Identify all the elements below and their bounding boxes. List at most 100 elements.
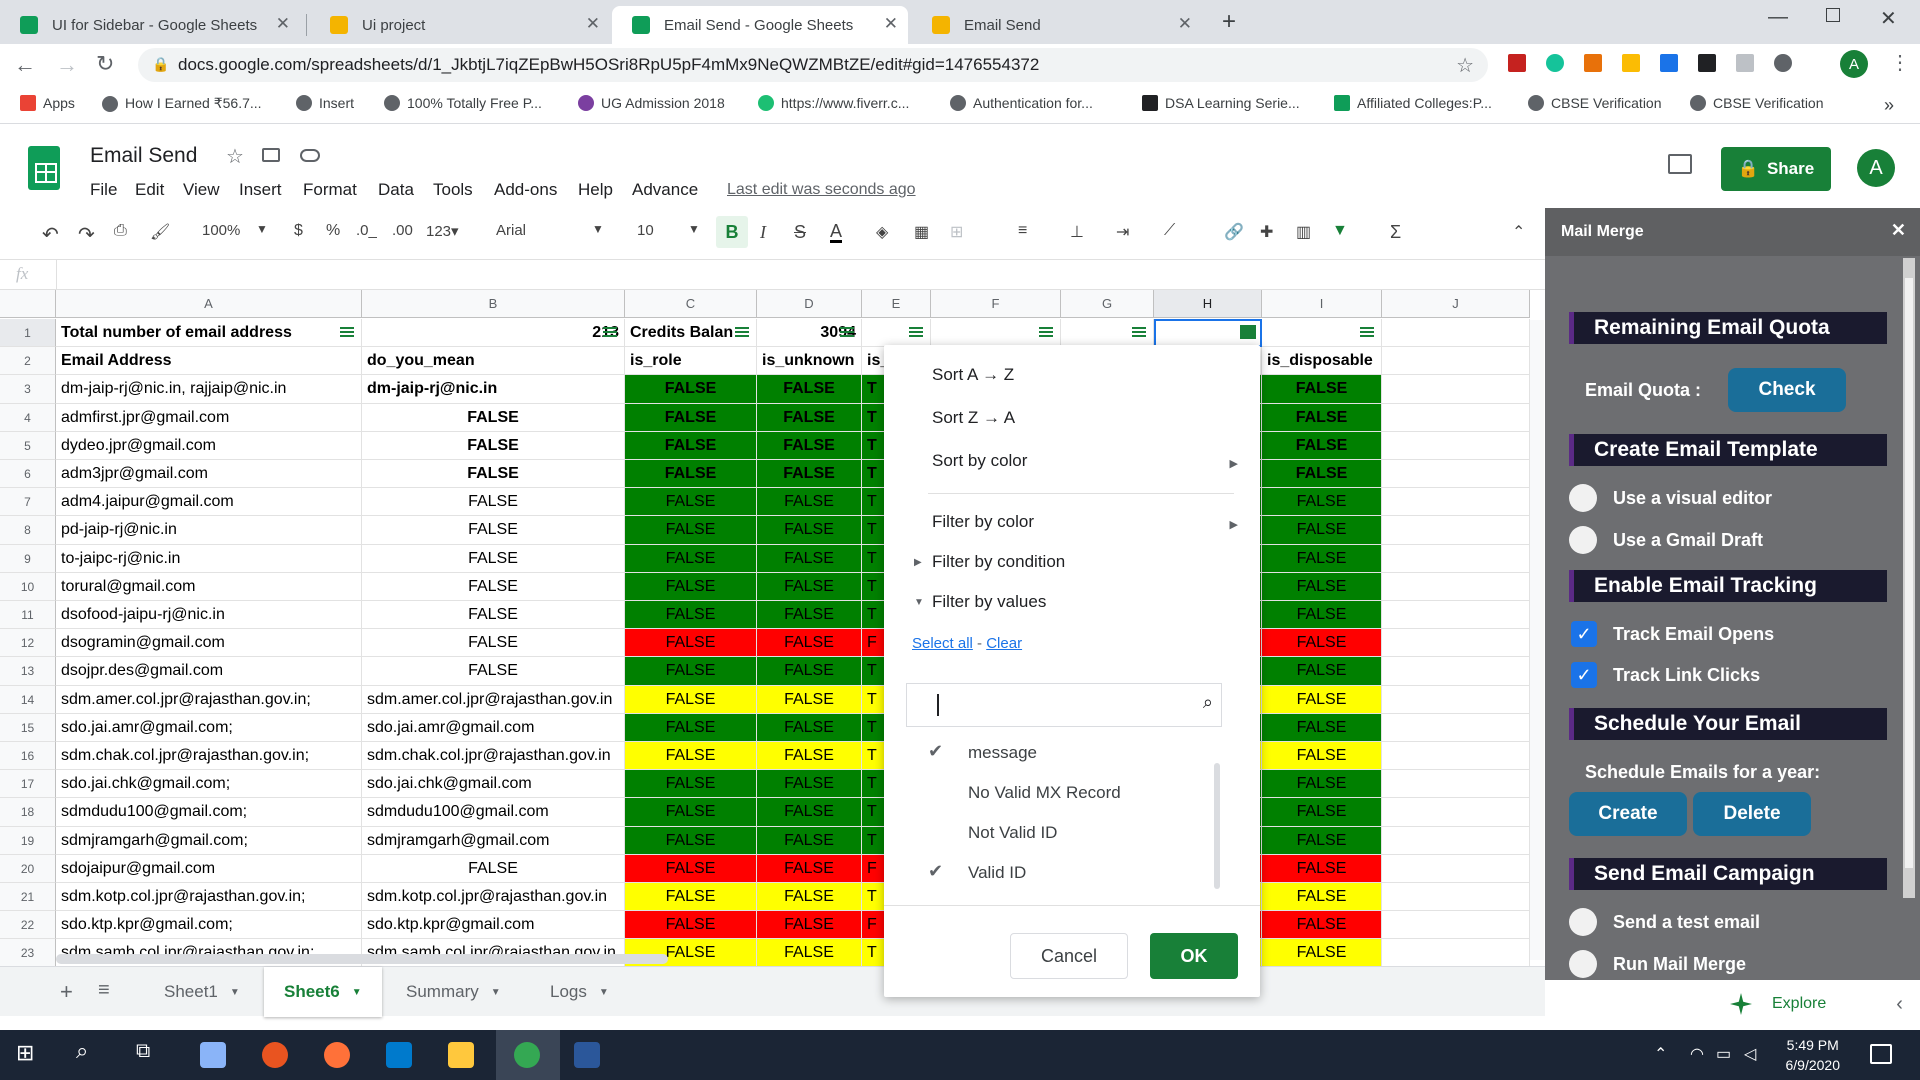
windows-start-icon[interactable]: ⊞ <box>16 1040 42 1066</box>
table-cell[interactable]: Email Address <box>56 347 362 375</box>
zoom-select[interactable]: 100% <box>202 222 240 239</box>
table-cell[interactable]: sdm.chak.col.jpr@rajasthan.gov.in <box>362 742 625 770</box>
url-input[interactable]: 🔒 docs.google.com/spreadsheets/d/1_Jkbtj… <box>138 48 1488 82</box>
percent-button[interactable]: % <box>326 222 340 240</box>
table-cell[interactable]: FALSE <box>625 855 757 883</box>
table-cell[interactable]: sdo.jai.amr@gmail.com; <box>56 714 362 742</box>
row-header[interactable]: 15 <box>0 714 56 742</box>
table-cell[interactable]: FALSE <box>625 714 757 742</box>
test-email-radio[interactable] <box>1569 908 1597 936</box>
table-cell[interactable]: admfirst.jpr@gmail.com <box>56 404 362 432</box>
table-cell[interactable]: FALSE <box>362 855 625 883</box>
tray-chevron-icon[interactable]: ⌃ <box>1654 1044 1667 1064</box>
table-cell[interactable] <box>1382 657 1530 686</box>
table-cell[interactable]: FALSE <box>625 460 757 488</box>
text-wrap-icon[interactable]: ⇥ <box>1116 222 1129 242</box>
browser-tab-active[interactable]: Email Send - Google Sheets ✕ <box>612 6 908 44</box>
table-cell[interactable]: FALSE <box>757 770 862 798</box>
table-cell[interactable]: FALSE <box>757 657 862 686</box>
clear-link[interactable]: Clear <box>986 635 1022 652</box>
functions-icon[interactable]: Σ <box>1390 222 1401 243</box>
table-cell[interactable]: dsofood-jaipu-rj@nic.in <box>56 601 362 629</box>
undo-icon[interactable]: ↶ <box>42 222 59 247</box>
ubuntu-icon[interactable] <box>262 1042 288 1068</box>
column-header-c[interactable]: C <box>625 290 757 318</box>
sheet-tab-active[interactable]: Sheet6 ▼ <box>264 967 382 1017</box>
table-cell[interactable]: FALSE <box>1262 911 1382 939</box>
share-button[interactable]: 🔒 Share <box>1721 147 1831 191</box>
extension-icon[interactable] <box>1698 54 1716 72</box>
table-cell[interactable] <box>1382 347 1530 375</box>
sheets-logo-icon[interactable] <box>28 146 60 190</box>
table-cell[interactable]: FALSE <box>757 883 862 911</box>
table-cell[interactable] <box>1382 432 1530 460</box>
column-header-b[interactable]: B <box>362 290 625 318</box>
column-header-j[interactable]: J <box>1382 290 1530 318</box>
borders-icon[interactable]: ▦ <box>914 222 929 242</box>
bookmark[interactable]: Affiliated Colleges:P... <box>1334 95 1492 111</box>
table-cell[interactable] <box>1382 545 1530 573</box>
table-cell[interactable]: FALSE <box>757 714 862 742</box>
more-bookmarks-icon[interactable]: » <box>1884 95 1894 116</box>
chrome-icon[interactable] <box>514 1042 540 1068</box>
document-title[interactable]: Email Send <box>90 144 197 168</box>
filter-by-color-item[interactable]: Filter by color <box>932 512 1034 532</box>
table-cell[interactable]: Total number of email address <box>56 319 362 347</box>
table-cell[interactable]: FALSE <box>1262 883 1382 911</box>
menu-help[interactable]: Help <box>578 180 613 200</box>
table-cell[interactable]: FALSE <box>1262 686 1382 714</box>
column-header-f[interactable]: F <box>931 290 1061 318</box>
notifications-icon[interactable] <box>1870 1044 1892 1064</box>
table-cell[interactable]: FALSE <box>625 798 757 827</box>
table-cell[interactable]: FALSE <box>362 657 625 686</box>
comment-icon[interactable]: ✚ <box>1260 222 1273 242</box>
add-sheet-icon[interactable]: + <box>60 979 73 1005</box>
menu-edit[interactable]: Edit <box>135 180 164 200</box>
vertical-scrollbar[interactable] <box>1530 320 1544 960</box>
table-cell[interactable]: FALSE <box>1262 798 1382 827</box>
column-header-h[interactable]: H <box>1154 290 1262 318</box>
bold-button[interactable]: B <box>716 216 748 248</box>
table-cell[interactable] <box>1382 601 1530 629</box>
table-cell[interactable]: FALSE <box>757 629 862 657</box>
print-icon[interactable]: ⎙ <box>114 222 127 240</box>
filter-icon[interactable] <box>1240 325 1256 339</box>
explore-button[interactable]: Explore ‹ <box>1730 984 1903 1024</box>
table-cell[interactable]: FALSE <box>1262 657 1382 686</box>
table-cell[interactable]: dydeo.jpr@gmail.com <box>56 432 362 460</box>
browser-tab[interactable]: UI for Sidebar - Google Sheets ✕ <box>0 6 300 44</box>
table-cell[interactable]: FALSE <box>1262 460 1382 488</box>
file-explorer-icon[interactable] <box>448 1042 474 1068</box>
table-cell[interactable]: dsojpr.des@gmail.com <box>56 657 362 686</box>
table-cell[interactable]: FALSE <box>757 573 862 601</box>
table-cell[interactable] <box>1382 319 1530 347</box>
select-all-link[interactable]: Select all <box>912 635 973 652</box>
table-cell[interactable]: FALSE <box>1262 516 1382 545</box>
table-cell[interactable]: sdmjramgarh@gmail.com <box>362 827 625 855</box>
table-cell[interactable]: FALSE <box>757 827 862 855</box>
vscode-icon[interactable] <box>386 1042 412 1068</box>
table-cell[interactable]: FALSE <box>362 516 625 545</box>
table-cell[interactable]: sdojaipur@gmail.com <box>56 855 362 883</box>
table-cell[interactable]: sdm.amer.col.jpr@rajasthan.gov.in; <box>56 686 362 714</box>
more-formats-button[interactable]: 123▾ <box>426 222 459 240</box>
row-header[interactable]: 7 <box>0 488 56 516</box>
table-cell[interactable]: FALSE <box>757 432 862 460</box>
row-header[interactable]: 18 <box>0 798 56 827</box>
table-cell[interactable] <box>1382 516 1530 545</box>
table-cell[interactable]: FALSE <box>1262 629 1382 657</box>
table-cell[interactable] <box>1382 855 1530 883</box>
sort-by-color-item[interactable]: Sort by color <box>932 451 1027 471</box>
row-header[interactable]: 22 <box>0 911 56 939</box>
avatar[interactable]: A <box>1857 149 1895 187</box>
link-icon[interactable]: 🔗 <box>1224 222 1244 242</box>
back-icon[interactable]: ← <box>14 52 36 78</box>
table-cell[interactable]: sdo.ktp.kpr@gmail.com; <box>56 911 362 939</box>
extension-icon[interactable] <box>1584 54 1602 72</box>
filter-value-item[interactable]: Not Valid ID <box>968 823 1057 843</box>
table-cell[interactable]: FALSE <box>362 488 625 516</box>
row-header[interactable]: 2 <box>0 347 56 375</box>
row-header[interactable]: 6 <box>0 460 56 488</box>
table-cell[interactable]: is_role <box>625 347 757 375</box>
table-cell[interactable]: FALSE <box>625 742 757 770</box>
